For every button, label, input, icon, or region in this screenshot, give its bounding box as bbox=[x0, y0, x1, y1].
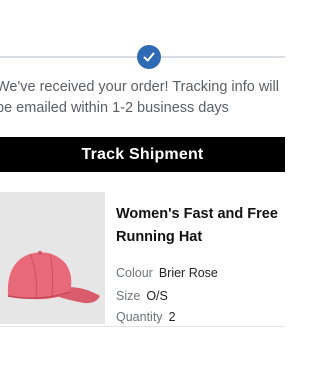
product-image bbox=[0, 192, 105, 324]
quantity-value: 2 bbox=[168, 310, 176, 324]
size-label: Size bbox=[116, 289, 141, 303]
quantity-row: Quantity 2 bbox=[116, 310, 176, 324]
order-confirmed-check-icon bbox=[137, 45, 161, 69]
hat-illustration bbox=[0, 192, 105, 324]
order-received-message: We've received your order! Tracking info… bbox=[0, 77, 296, 119]
track-shipment-label: Track Shipment bbox=[81, 145, 204, 163]
quantity-label: Quantity bbox=[116, 310, 163, 324]
size-value: O/S bbox=[146, 289, 168, 303]
divider bbox=[0, 326, 285, 327]
message-line-1: We've received your order! Tracking info… bbox=[0, 79, 279, 95]
colour-row: Colour Brier Rose bbox=[116, 266, 218, 280]
colour-label: Colour bbox=[116, 266, 153, 280]
message-line-2: be emailed within 1-2 business days bbox=[0, 100, 229, 116]
track-shipment-button[interactable]: Track Shipment bbox=[0, 137, 285, 172]
product-name: Women's Fast and Free Running Hat bbox=[116, 206, 278, 245]
colour-value: Brier Rose bbox=[158, 266, 218, 280]
size-row: Size O/S bbox=[116, 289, 168, 303]
